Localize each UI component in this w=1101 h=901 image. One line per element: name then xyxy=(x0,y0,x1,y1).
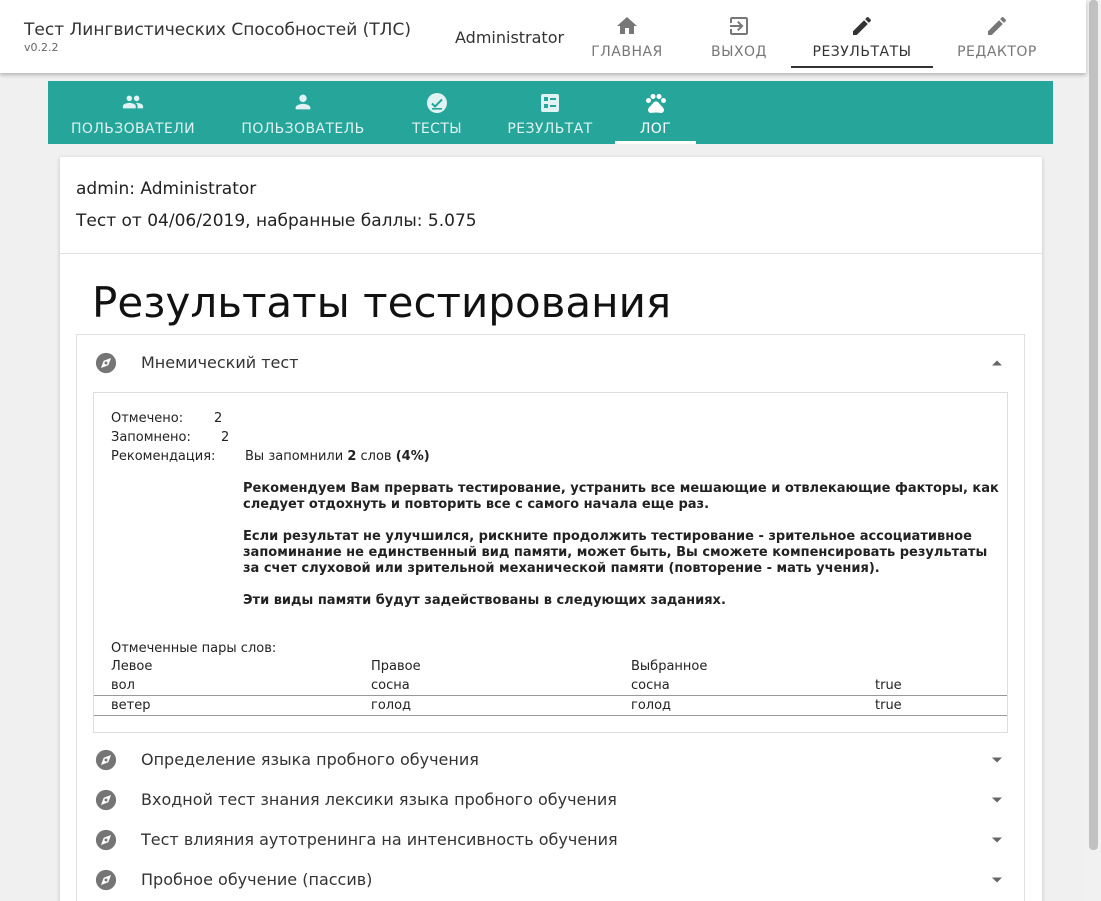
page-scrollbar[interactable] xyxy=(1086,0,1101,901)
recommendation-label: Рекомендация: xyxy=(111,449,216,464)
section-label: Определение языка пробного обучения xyxy=(141,750,479,769)
table-cell: вол xyxy=(111,678,135,693)
remembered-value: 2 xyxy=(221,430,230,445)
chevron-down-icon xyxy=(992,837,1002,843)
scroll-thumb[interactable] xyxy=(1089,0,1098,850)
table-cell: сосна xyxy=(631,678,670,693)
mnemonic-details: Отмечено: 2 Запомнено: 2 Рекомендация: В… xyxy=(93,392,1008,733)
check-circle-icon xyxy=(393,91,481,115)
tab-tests[interactable]: ТЕСТЫ xyxy=(393,81,481,144)
tab-log[interactable]: ЛОГ xyxy=(615,81,696,144)
section-header-trial-learning[interactable]: Пробное обучение (пассив) xyxy=(77,860,1024,900)
column-header-left: Левое xyxy=(111,659,153,674)
recommendation-paragraph-3: Эти виды памяти будут задействованы в сл… xyxy=(243,593,726,608)
tab-users[interactable]: ПОЛЬЗОВАТЕЛИ xyxy=(58,81,208,144)
user-info: admin: Administrator xyxy=(76,179,257,199)
list-alt-icon xyxy=(500,91,600,115)
test-info: Тест от 04/06/2019, набранные баллы: 5.0… xyxy=(76,211,477,231)
table-divider xyxy=(94,695,1007,696)
chevron-up-icon xyxy=(992,360,1002,366)
compass-icon xyxy=(95,829,117,851)
pencil-icon xyxy=(791,14,933,40)
recommendation-paragraph-2: Если результат не улучшился, рискните пр… xyxy=(243,529,988,576)
admin-tab-bar: ПОЛЬЗОВАТЕЛИ ПОЛЬЗОВАТЕЛЬ ТЕСТЫ РЕЗУЛЬТА… xyxy=(48,81,1053,144)
nav-results[interactable]: РЕЗУЛЬТАТЫ xyxy=(791,0,933,68)
results-card: admin: Administrator Тест от 04/06/2019,… xyxy=(60,157,1042,901)
compass-icon xyxy=(95,749,117,771)
section-header-mnemonic[interactable]: Мнемический тест xyxy=(77,343,1024,383)
nav-editor[interactable]: РЕДАКТОР xyxy=(926,0,1068,68)
person-icon xyxy=(228,91,378,115)
nav-logout[interactable]: ВЫХОД xyxy=(668,0,810,68)
page-title: Результаты тестирования xyxy=(92,278,672,327)
recommendation-summary: Вы запомнили 2 слов (4%) xyxy=(245,449,430,464)
table-cell: голод xyxy=(631,698,672,713)
marked-value: 2 xyxy=(214,411,223,426)
table-divider xyxy=(94,715,1007,716)
table-cell: true xyxy=(875,698,902,713)
rec-prefix: Вы запомнили xyxy=(245,449,344,464)
app-bar: Тест Лингвистических Способностей (ТЛС) … xyxy=(0,0,1086,73)
tab-tests-label: ТЕСТЫ xyxy=(411,121,463,137)
rec-count: 2 xyxy=(347,449,357,464)
section-label: Пробное обучение (пассив) xyxy=(141,870,373,889)
section-label: Тест влияния аутотренинга на интенсивнос… xyxy=(141,830,618,849)
recommendation-paragraph-1: Рекомендуем Вам прервать тестирование, у… xyxy=(243,481,999,512)
column-header-selected: Выбранное xyxy=(631,659,708,674)
section-header-autotraining[interactable]: Тест влияния аутотренинга на интенсивнос… xyxy=(77,820,1024,860)
tab-user[interactable]: ПОЛЬЗОВАТЕЛЬ xyxy=(228,81,378,144)
section-header-language[interactable]: Определение языка пробного обучения xyxy=(77,740,1024,780)
nav-editor-label: РЕДАКТОР xyxy=(957,44,1037,60)
pairs-title: Отмеченные пары слов: xyxy=(111,641,277,656)
compass-icon xyxy=(95,789,117,811)
tab-result-label: РЕЗУЛЬТАТ xyxy=(507,121,593,137)
chevron-down-icon xyxy=(992,757,1002,763)
table-cell: true xyxy=(875,678,902,693)
compass-icon xyxy=(95,352,117,374)
current-user: Administrator xyxy=(455,28,565,47)
results-accordion: Мнемический тест Отмечено: 2 Запомнено: … xyxy=(76,334,1025,901)
app-version: v0.2.2 xyxy=(24,41,59,54)
table-cell: сосна xyxy=(371,678,410,693)
tab-users-label: ПОЛЬЗОВАТЕЛИ xyxy=(70,121,196,137)
card-header: admin: Administrator Тест от 04/06/2019,… xyxy=(60,157,1042,254)
section-label: Входной тест знания лексики языка пробно… xyxy=(141,790,617,809)
tab-log-label: ЛОГ xyxy=(639,121,672,137)
table-cell: голод xyxy=(371,698,412,713)
nav-logout-label: ВЫХОД xyxy=(710,44,767,60)
section-header-vocabulary[interactable]: Входной тест знания лексики языка пробно… xyxy=(77,780,1024,820)
compass-icon xyxy=(95,869,117,891)
paw-icon xyxy=(615,91,696,115)
rec-percent: (4%) xyxy=(395,449,430,464)
table-cell: ветер xyxy=(111,698,151,713)
column-header-right: Правое xyxy=(371,659,421,674)
rec-words: слов xyxy=(360,449,392,464)
pencil-icon xyxy=(926,14,1068,40)
tab-user-label: ПОЛЬЗОВАТЕЛЬ xyxy=(241,121,365,137)
logout-icon xyxy=(668,14,810,40)
nav-results-label: РЕЗУЛЬТАТЫ xyxy=(812,44,912,60)
section-label: Мнемический тест xyxy=(141,353,299,372)
chevron-down-icon xyxy=(992,797,1002,803)
tab-result[interactable]: РЕЗУЛЬТАТ xyxy=(500,81,600,144)
people-icon xyxy=(58,91,208,115)
app-title: Тест Лингвистических Способностей (ТЛС) xyxy=(24,20,411,40)
marked-label: Отмечено: xyxy=(111,411,184,426)
chevron-down-icon xyxy=(992,877,1002,883)
remembered-label: Запомнено: xyxy=(111,430,191,445)
